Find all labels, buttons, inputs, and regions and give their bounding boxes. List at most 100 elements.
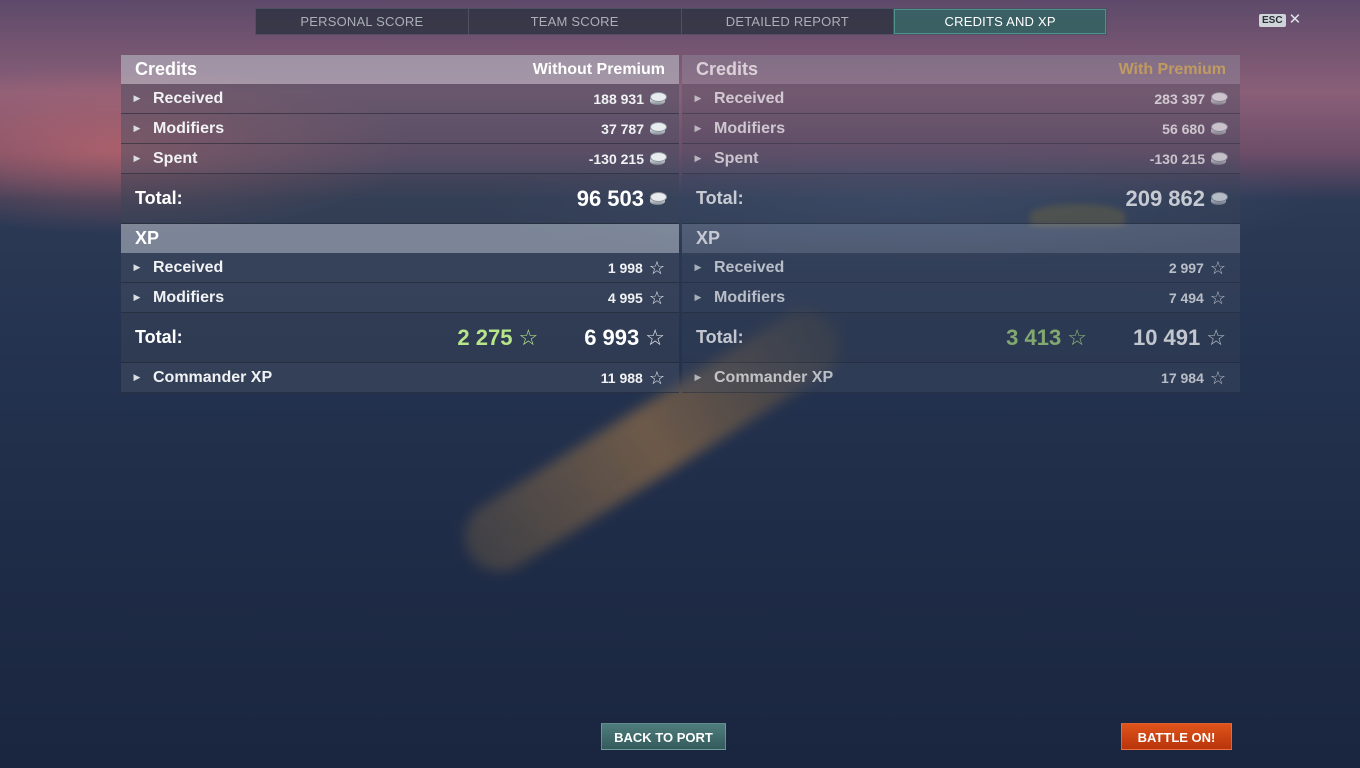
row-label: Commander XP — [153, 368, 273, 386]
total-label: Total: — [135, 188, 183, 208]
xp-total-value: 6 993 — [584, 324, 640, 350]
close-control[interactable]: ESC ✕ — [1259, 12, 1302, 27]
row-value: 188 931 — [593, 90, 644, 107]
row-value: -130 215 — [588, 150, 644, 167]
credits-total-value: 209 862 — [1125, 185, 1205, 211]
row-label: Received — [153, 89, 224, 107]
credits-coin-icon — [650, 192, 667, 205]
xp-total-value: 10 491 — [1132, 324, 1201, 350]
free-xp-star-icon: ☆ — [1067, 324, 1087, 350]
mode-label: With Premium — [1118, 60, 1226, 78]
row-label: Received — [714, 258, 785, 276]
credits-row-received[interactable]: ▶ Received 188 931 — [121, 84, 679, 114]
expand-arrow-icon[interactable]: ▶ — [682, 123, 714, 134]
credits-coin-icon — [650, 92, 667, 105]
expand-arrow-icon[interactable]: ▶ — [121, 153, 153, 164]
total-label: Total: — [135, 327, 183, 347]
row-value: 7 494 — [1168, 289, 1204, 306]
credits-title: Credits — [696, 59, 759, 79]
expand-arrow-icon[interactable]: ▶ — [682, 292, 714, 303]
expand-arrow-icon[interactable]: ▶ — [682, 93, 714, 104]
xp-row-modifiers[interactable]: ▶ Modifiers 7 494 ☆ — [682, 283, 1240, 313]
row-label: Modifiers — [714, 288, 786, 306]
expand-arrow-icon[interactable]: ▶ — [121, 123, 153, 134]
row-label: Received — [153, 258, 224, 276]
tab-personal-score[interactable]: PERSONAL SCORE — [256, 9, 469, 34]
credits-coin-icon — [650, 152, 667, 165]
credits-coin-icon — [1211, 192, 1228, 205]
panel-without-premium: Credits Without Premium ▶ Received 188 9… — [121, 55, 679, 393]
credits-coin-icon — [1211, 152, 1228, 165]
xp-star-icon: ☆ — [648, 367, 665, 388]
commander-xp-row[interactable]: ▶ Commander XP 17 984 ☆ — [682, 363, 1240, 393]
xp-star-icon: ☆ — [648, 257, 665, 278]
row-value: 37 787 — [601, 120, 644, 137]
battle-on-button[interactable]: BATTLE ON! — [1121, 723, 1232, 750]
panel-with-premium: Credits With Premium ▶ Received 283 397 … — [682, 55, 1240, 393]
row-label: Modifiers — [153, 288, 225, 306]
row-label: Commander XP — [714, 368, 834, 386]
row-label: Modifiers — [714, 119, 786, 137]
esc-key-badge: ESC — [1259, 13, 1286, 27]
xp-star-icon: ☆ — [1209, 367, 1226, 388]
expand-arrow-icon[interactable]: ▶ — [121, 262, 153, 273]
total-label: Total: — [696, 327, 744, 347]
xp-row-received[interactable]: ▶ Received 2 997 ☆ — [682, 253, 1240, 283]
tab-team-score[interactable]: TEAM SCORE — [469, 9, 682, 34]
credits-header: Credits Without Premium — [121, 55, 679, 84]
xp-star-icon: ☆ — [1209, 287, 1226, 308]
credits-row-modifiers[interactable]: ▶ Modifiers 37 787 — [121, 114, 679, 144]
expand-arrow-icon[interactable]: ▶ — [121, 372, 153, 383]
row-value: 4 995 — [607, 289, 643, 306]
close-icon[interactable]: ✕ — [1289, 12, 1302, 27]
xp-star-icon: ☆ — [1206, 324, 1226, 350]
credits-coin-icon — [1211, 122, 1228, 135]
expand-arrow-icon[interactable]: ▶ — [682, 153, 714, 164]
xp-star-icon: ☆ — [645, 324, 665, 350]
row-label: Received — [714, 89, 785, 107]
credits-total-value: 96 503 — [576, 185, 644, 211]
expand-arrow-icon[interactable]: ▶ — [682, 372, 714, 383]
commander-xp-row[interactable]: ▶ Commander XP 11 988 ☆ — [121, 363, 679, 393]
mode-label: Without Premium — [532, 60, 665, 78]
row-value: 283 397 — [1154, 90, 1205, 107]
xp-total-row: Total: 3 413 ☆ 10 491 ☆ — [682, 313, 1240, 363]
credits-header: Credits With Premium — [682, 55, 1240, 84]
xp-star-icon: ☆ — [1209, 257, 1226, 278]
tab-detailed-report[interactable]: DETAILED REPORT — [682, 9, 895, 34]
row-value: 56 680 — [1162, 120, 1205, 137]
row-label: Modifiers — [153, 119, 225, 137]
xp-row-received[interactable]: ▶ Received 1 998 ☆ — [121, 253, 679, 283]
expand-arrow-icon[interactable]: ▶ — [121, 292, 153, 303]
xp-header: XP — [682, 224, 1240, 253]
xp-title: XP — [135, 228, 160, 248]
credits-row-received[interactable]: ▶ Received 283 397 — [682, 84, 1240, 114]
row-value: 11 988 — [600, 369, 643, 386]
credits-row-modifiers[interactable]: ▶ Modifiers 56 680 — [682, 114, 1240, 144]
row-value: -130 215 — [1149, 150, 1205, 167]
free-xp-total-value: 3 413 — [1006, 324, 1062, 350]
credits-row-spent[interactable]: ▶ Spent -130 215 — [682, 144, 1240, 174]
xp-header: XP — [121, 224, 679, 253]
credits-coin-icon — [1211, 92, 1228, 105]
free-xp-star-icon: ☆ — [518, 324, 539, 350]
row-value: 2 997 — [1168, 259, 1204, 276]
xp-title: XP — [696, 228, 721, 248]
expand-arrow-icon[interactable]: ▶ — [682, 262, 714, 273]
free-xp-total-value: 2 275 — [457, 324, 513, 350]
expand-arrow-icon[interactable]: ▶ — [121, 93, 153, 104]
tab-bar: PERSONAL SCORE TEAM SCORE DETAILED REPOR… — [255, 8, 1107, 35]
row-label: Spent — [714, 149, 759, 167]
credits-total-row: Total: 209 862 — [682, 174, 1240, 224]
credits-total-row: Total: 96 503 — [121, 174, 679, 224]
back-to-port-button[interactable]: BACK TO PORT — [601, 723, 726, 750]
credits-row-spent[interactable]: ▶ Spent -130 215 — [121, 144, 679, 174]
tab-credits-and-xp[interactable]: CREDITS AND XP — [894, 9, 1106, 34]
row-value: 1 998 — [607, 259, 643, 276]
xp-total-row: Total: 2 275 ☆ 6 993 ☆ — [121, 313, 679, 363]
xp-star-icon: ☆ — [648, 287, 665, 308]
credits-coin-icon — [650, 122, 667, 135]
credits-title: Credits — [135, 59, 198, 79]
xp-row-modifiers[interactable]: ▶ Modifiers 4 995 ☆ — [121, 283, 679, 313]
total-label: Total: — [696, 188, 744, 208]
